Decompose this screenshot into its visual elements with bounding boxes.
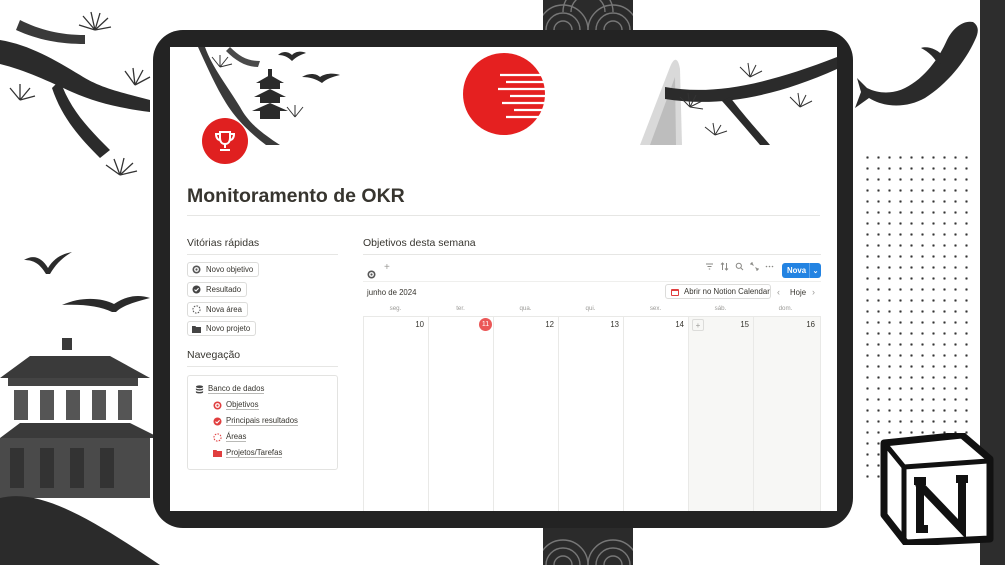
dashed-circle-icon — [192, 305, 201, 314]
notion-logo-icon — [880, 433, 994, 545]
new-entry-button[interactable]: Nova ⌄ — [782, 263, 821, 278]
today-day-number: 11 — [479, 318, 492, 331]
sort-icon[interactable] — [720, 262, 729, 273]
day-number: 13 — [610, 320, 619, 329]
expand-icon[interactable] — [750, 262, 759, 273]
add-view-button[interactable]: + — [384, 262, 390, 273]
search-icon[interactable] — [735, 262, 744, 273]
new-entry-label: Nova — [787, 266, 807, 275]
new-project-label: Novo projeto — [206, 324, 251, 333]
page-title: Monitoramento de OKR — [187, 185, 405, 207]
result-label: Resultado — [206, 285, 242, 294]
prev-month-icon[interactable]: ‹ — [777, 287, 780, 297]
nav-item-areas[interactable]: Áreas — [212, 432, 247, 442]
weekly-objectives-heading: Objetivos desta semana — [363, 237, 476, 249]
check-circle-icon — [212, 416, 222, 426]
nav-item-label: Áreas — [226, 432, 247, 442]
more-icon[interactable] — [765, 262, 774, 273]
day-number: 15 — [740, 320, 749, 329]
weekday-label: ter. — [456, 305, 465, 312]
day-cell[interactable] — [493, 317, 494, 511]
new-area-button[interactable]: Nova área — [187, 302, 248, 317]
database-icon — [194, 384, 204, 394]
wave-pattern-bottom — [543, 528, 633, 565]
calendar-right-border — [820, 317, 821, 511]
nav-item-label: Projetos/Tarefas — [226, 448, 283, 458]
folder-icon — [192, 324, 201, 333]
navigation-divider — [187, 366, 338, 367]
open-notion-calendar-button[interactable]: Abrir no Notion Calendar — [665, 284, 771, 299]
open-notion-calendar-label: Abrir no Notion Calendar — [684, 287, 770, 296]
weekday-label: sex. — [649, 305, 662, 312]
quick-wins-heading: Vitórias rápidas — [187, 237, 260, 249]
day-cell[interactable] — [753, 317, 754, 511]
day-cell[interactable] — [558, 317, 559, 511]
day-number: 12 — [545, 320, 554, 329]
day-number: 14 — [675, 320, 684, 329]
weekday-label: qua. — [519, 305, 532, 312]
calendar-icon — [671, 288, 679, 296]
trophy-icon — [202, 118, 248, 164]
dashed-circle-icon — [212, 432, 222, 442]
chevron-down-icon[interactable]: ⌄ — [809, 263, 821, 278]
navigation-heading: Navegação — [187, 349, 241, 361]
add-event-button[interactable]: + — [692, 319, 704, 331]
new-objective-label: Novo objetivo — [206, 265, 254, 274]
day-cell[interactable] — [688, 317, 689, 511]
weekend-shading — [689, 317, 821, 511]
weekday-label: dom. — [778, 305, 793, 312]
folder-icon — [212, 448, 222, 458]
quick-wins-divider — [187, 254, 338, 255]
new-project-button[interactable]: Novo projeto — [187, 321, 257, 336]
result-button[interactable]: Resultado — [187, 282, 248, 297]
nav-item-key-results[interactable]: Principais resultados — [212, 416, 298, 426]
nav-item-label: Objetivos — [226, 400, 259, 410]
day-number: 10 — [415, 320, 424, 329]
next-month-icon[interactable]: › — [812, 287, 815, 297]
cover-image — [170, 47, 837, 145]
target-icon — [192, 265, 201, 274]
filter-icon[interactable] — [705, 262, 714, 273]
koi-fish-illustration — [855, 21, 978, 109]
pagoda-illustration — [0, 338, 160, 565]
today-button[interactable]: Hoje — [790, 288, 806, 297]
wave-pattern-top — [543, 0, 633, 30]
weekday-label: seg. — [389, 305, 402, 312]
nav-item-objectives[interactable]: Objetivos — [212, 400, 259, 410]
day-number: 16 — [806, 320, 815, 329]
title-divider — [187, 215, 820, 216]
notion-page: Monitoramento de OKR Vitórias rápidas No… — [170, 47, 837, 511]
day-cell[interactable] — [623, 317, 624, 511]
weekly-divider — [363, 254, 821, 255]
new-area-label: Nova área — [206, 305, 242, 314]
birds-illustration — [24, 252, 150, 312]
day-cell[interactable] — [428, 317, 429, 511]
nav-item-label: Principais resultados — [226, 416, 298, 426]
toolbar-divider — [363, 281, 821, 282]
database-label: Banco de dados — [208, 384, 265, 394]
weekday-label: sáb. — [714, 305, 727, 312]
pine-branch-illustration — [0, 11, 151, 176]
day-cell[interactable] — [363, 317, 364, 511]
check-circle-icon — [192, 285, 201, 294]
target-icon — [212, 400, 222, 410]
nav-item-projects[interactable]: Projetos/Tarefas — [212, 448, 283, 458]
new-objective-button[interactable]: Novo objetivo — [187, 262, 260, 277]
database-link[interactable]: Banco de dados — [194, 384, 265, 394]
weekday-label: qui. — [585, 305, 596, 312]
calendar-month: junho de 2024 — [367, 288, 417, 297]
